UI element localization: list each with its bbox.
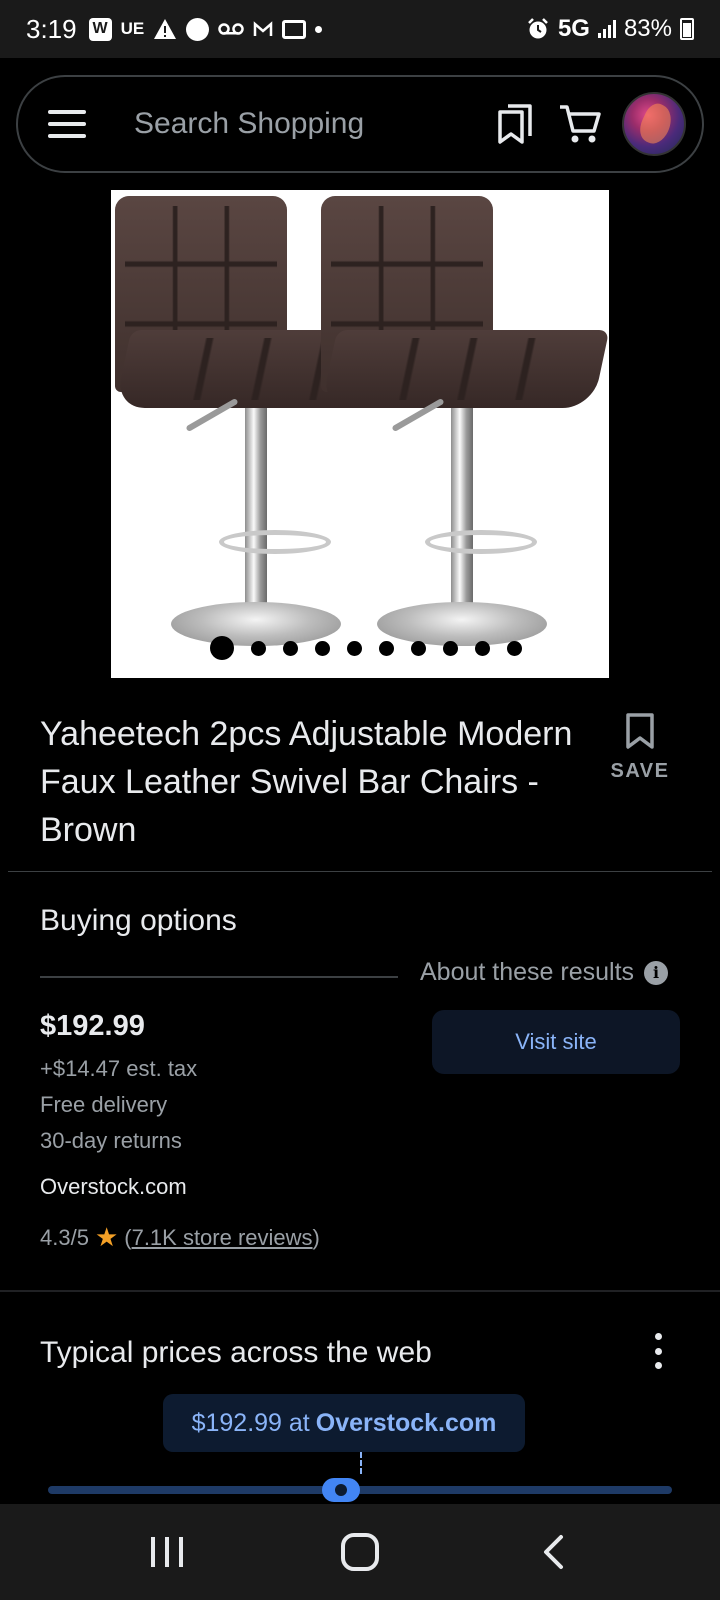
save-button[interactable]: SAVE	[600, 712, 680, 783]
visit-site-button[interactable]: Visit site	[432, 1010, 680, 1074]
price-callout: $192.99 at Overstock.com	[163, 1394, 525, 1452]
merchant-name: Overstock.com	[40, 1174, 187, 1199]
back-button[interactable]	[523, 1522, 583, 1582]
offer-price: $192.99	[40, 1010, 145, 1042]
search-bar[interactable]: Search Shopping	[16, 75, 704, 173]
home-button[interactable]	[330, 1522, 390, 1582]
callout-connector	[360, 1452, 362, 1474]
system-nav-bar	[0, 1504, 720, 1600]
recent-apps-button[interactable]	[137, 1522, 197, 1582]
system-status-icons: 5G 83%	[526, 15, 694, 43]
typical-prices-heading: Typical prices across the web	[40, 1336, 432, 1369]
chair-image-right	[317, 190, 609, 660]
image-dot[interactable]	[347, 640, 362, 656]
offer-returns: 30-day returns	[40, 1128, 182, 1153]
divider	[40, 976, 398, 978]
reviews-open-paren: (	[124, 1224, 132, 1250]
ue-notification-icon: UE	[120, 19, 145, 38]
cart-icon[interactable]	[558, 102, 602, 146]
reviews-close-paren: )	[312, 1224, 320, 1250]
w-app-icon: W	[88, 17, 112, 41]
callout-merchant: Overstock.com	[315, 1408, 497, 1437]
about-results-link[interactable]: About these results i	[420, 958, 669, 987]
menu-icon[interactable]	[48, 110, 86, 138]
more-options-icon[interactable]	[650, 1333, 666, 1369]
image-dot[interactable]	[379, 640, 394, 656]
product-title: Yaheetech 2pcs Adjustable Modern Faux Le…	[40, 715, 573, 849]
product-image[interactable]	[111, 190, 609, 678]
avatar[interactable]	[622, 92, 686, 156]
mail-icon	[282, 19, 307, 39]
buying-options-heading: Buying options	[40, 904, 237, 937]
bookmark-icon	[626, 713, 654, 749]
image-dot[interactable]	[507, 640, 522, 656]
image-dot[interactable]	[411, 640, 426, 656]
save-label: SAVE	[610, 760, 670, 782]
offer-tax: +$14.47 est. tax	[40, 1056, 198, 1081]
search-input[interactable]: Search Shopping	[134, 107, 494, 141]
image-pagination-dots[interactable]	[111, 636, 609, 660]
divider	[0, 1290, 720, 1292]
alarm-icon	[528, 18, 548, 39]
store-rating: 4.3/5 ★ ( 7.1K store reviews )	[40, 1222, 320, 1253]
image-dot[interactable]	[475, 640, 490, 656]
saved-items-icon[interactable]	[494, 102, 538, 146]
offer-delivery: Free delivery	[40, 1092, 168, 1117]
image-dot[interactable]	[443, 640, 458, 656]
image-dot[interactable]	[210, 636, 234, 660]
image-dot[interactable]	[283, 640, 298, 656]
signal-icon	[597, 20, 616, 38]
battery-icon	[680, 18, 694, 40]
store-reviews-link[interactable]: 7.1K store reviews	[132, 1225, 313, 1251]
image-dot[interactable]	[251, 640, 266, 656]
callout-price: $192.99 at	[191, 1408, 310, 1437]
divider	[8, 871, 712, 872]
image-dot[interactable]	[315, 640, 330, 656]
network-type: 5G	[557, 15, 590, 42]
info-icon[interactable]: i	[644, 960, 669, 985]
voicemail-icon	[218, 23, 244, 35]
status-bar: 3:19 W UE 5G 83%	[0, 0, 720, 58]
more-notifications-icon	[315, 25, 323, 33]
status-time: 3:19	[26, 13, 77, 44]
price-range-marker[interactable]	[322, 1478, 361, 1502]
circle-notification-icon	[186, 17, 210, 41]
about-results-label: About these results	[420, 958, 635, 986]
rating-value: 4.3/5	[40, 1224, 89, 1250]
gmail-icon	[253, 21, 273, 36]
notification-icons: W UE	[88, 17, 323, 41]
star-icon: ★	[94, 1222, 119, 1252]
battery-percent: 83%	[623, 15, 672, 42]
warning-icon	[154, 19, 177, 39]
